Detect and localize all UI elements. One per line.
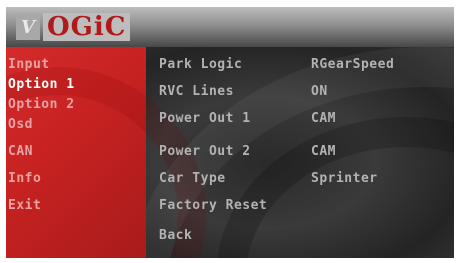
menu-item-info[interactable]: Info — [8, 171, 41, 187]
menu-item-can[interactable]: CAN — [8, 144, 33, 160]
menu-item-option-2[interactable]: Option 2 — [8, 97, 75, 113]
setting-label-rvc-lines[interactable]: RVC Lines — [159, 84, 234, 100]
setting-factory-reset[interactable]: Factory Reset — [159, 198, 267, 214]
setting-label-power-out-2[interactable]: Power Out 2 — [159, 144, 251, 160]
menu-item-exit[interactable]: Exit — [8, 198, 41, 214]
logo: V OGiC — [16, 13, 131, 41]
setting-back[interactable]: Back — [159, 228, 192, 244]
osd-screen: V OGiC Input Option 1 Option 2 Osd CAN I… — [6, 7, 454, 258]
menu-item-osd[interactable]: Osd — [8, 117, 33, 133]
logo-badge: V — [16, 14, 40, 40]
setting-value-power-out-2: CAM — [311, 144, 336, 159]
setting-value-power-out-1: CAM — [311, 111, 336, 126]
setting-label-power-out-1[interactable]: Power Out 1 — [159, 111, 251, 127]
logo-text: OGiC — [43, 13, 131, 41]
setting-value-park-logic: RGearSpeed — [311, 57, 395, 72]
setting-label-car-type[interactable]: Car Type — [159, 171, 226, 187]
setting-value-rvc-lines: ON — [311, 84, 328, 99]
menu-item-option-1[interactable]: Option 1 — [8, 77, 75, 93]
setting-label-park-logic[interactable]: Park Logic — [159, 57, 242, 73]
menu-item-input[interactable]: Input — [8, 57, 50, 73]
setting-value-car-type: Sprinter — [311, 171, 378, 186]
